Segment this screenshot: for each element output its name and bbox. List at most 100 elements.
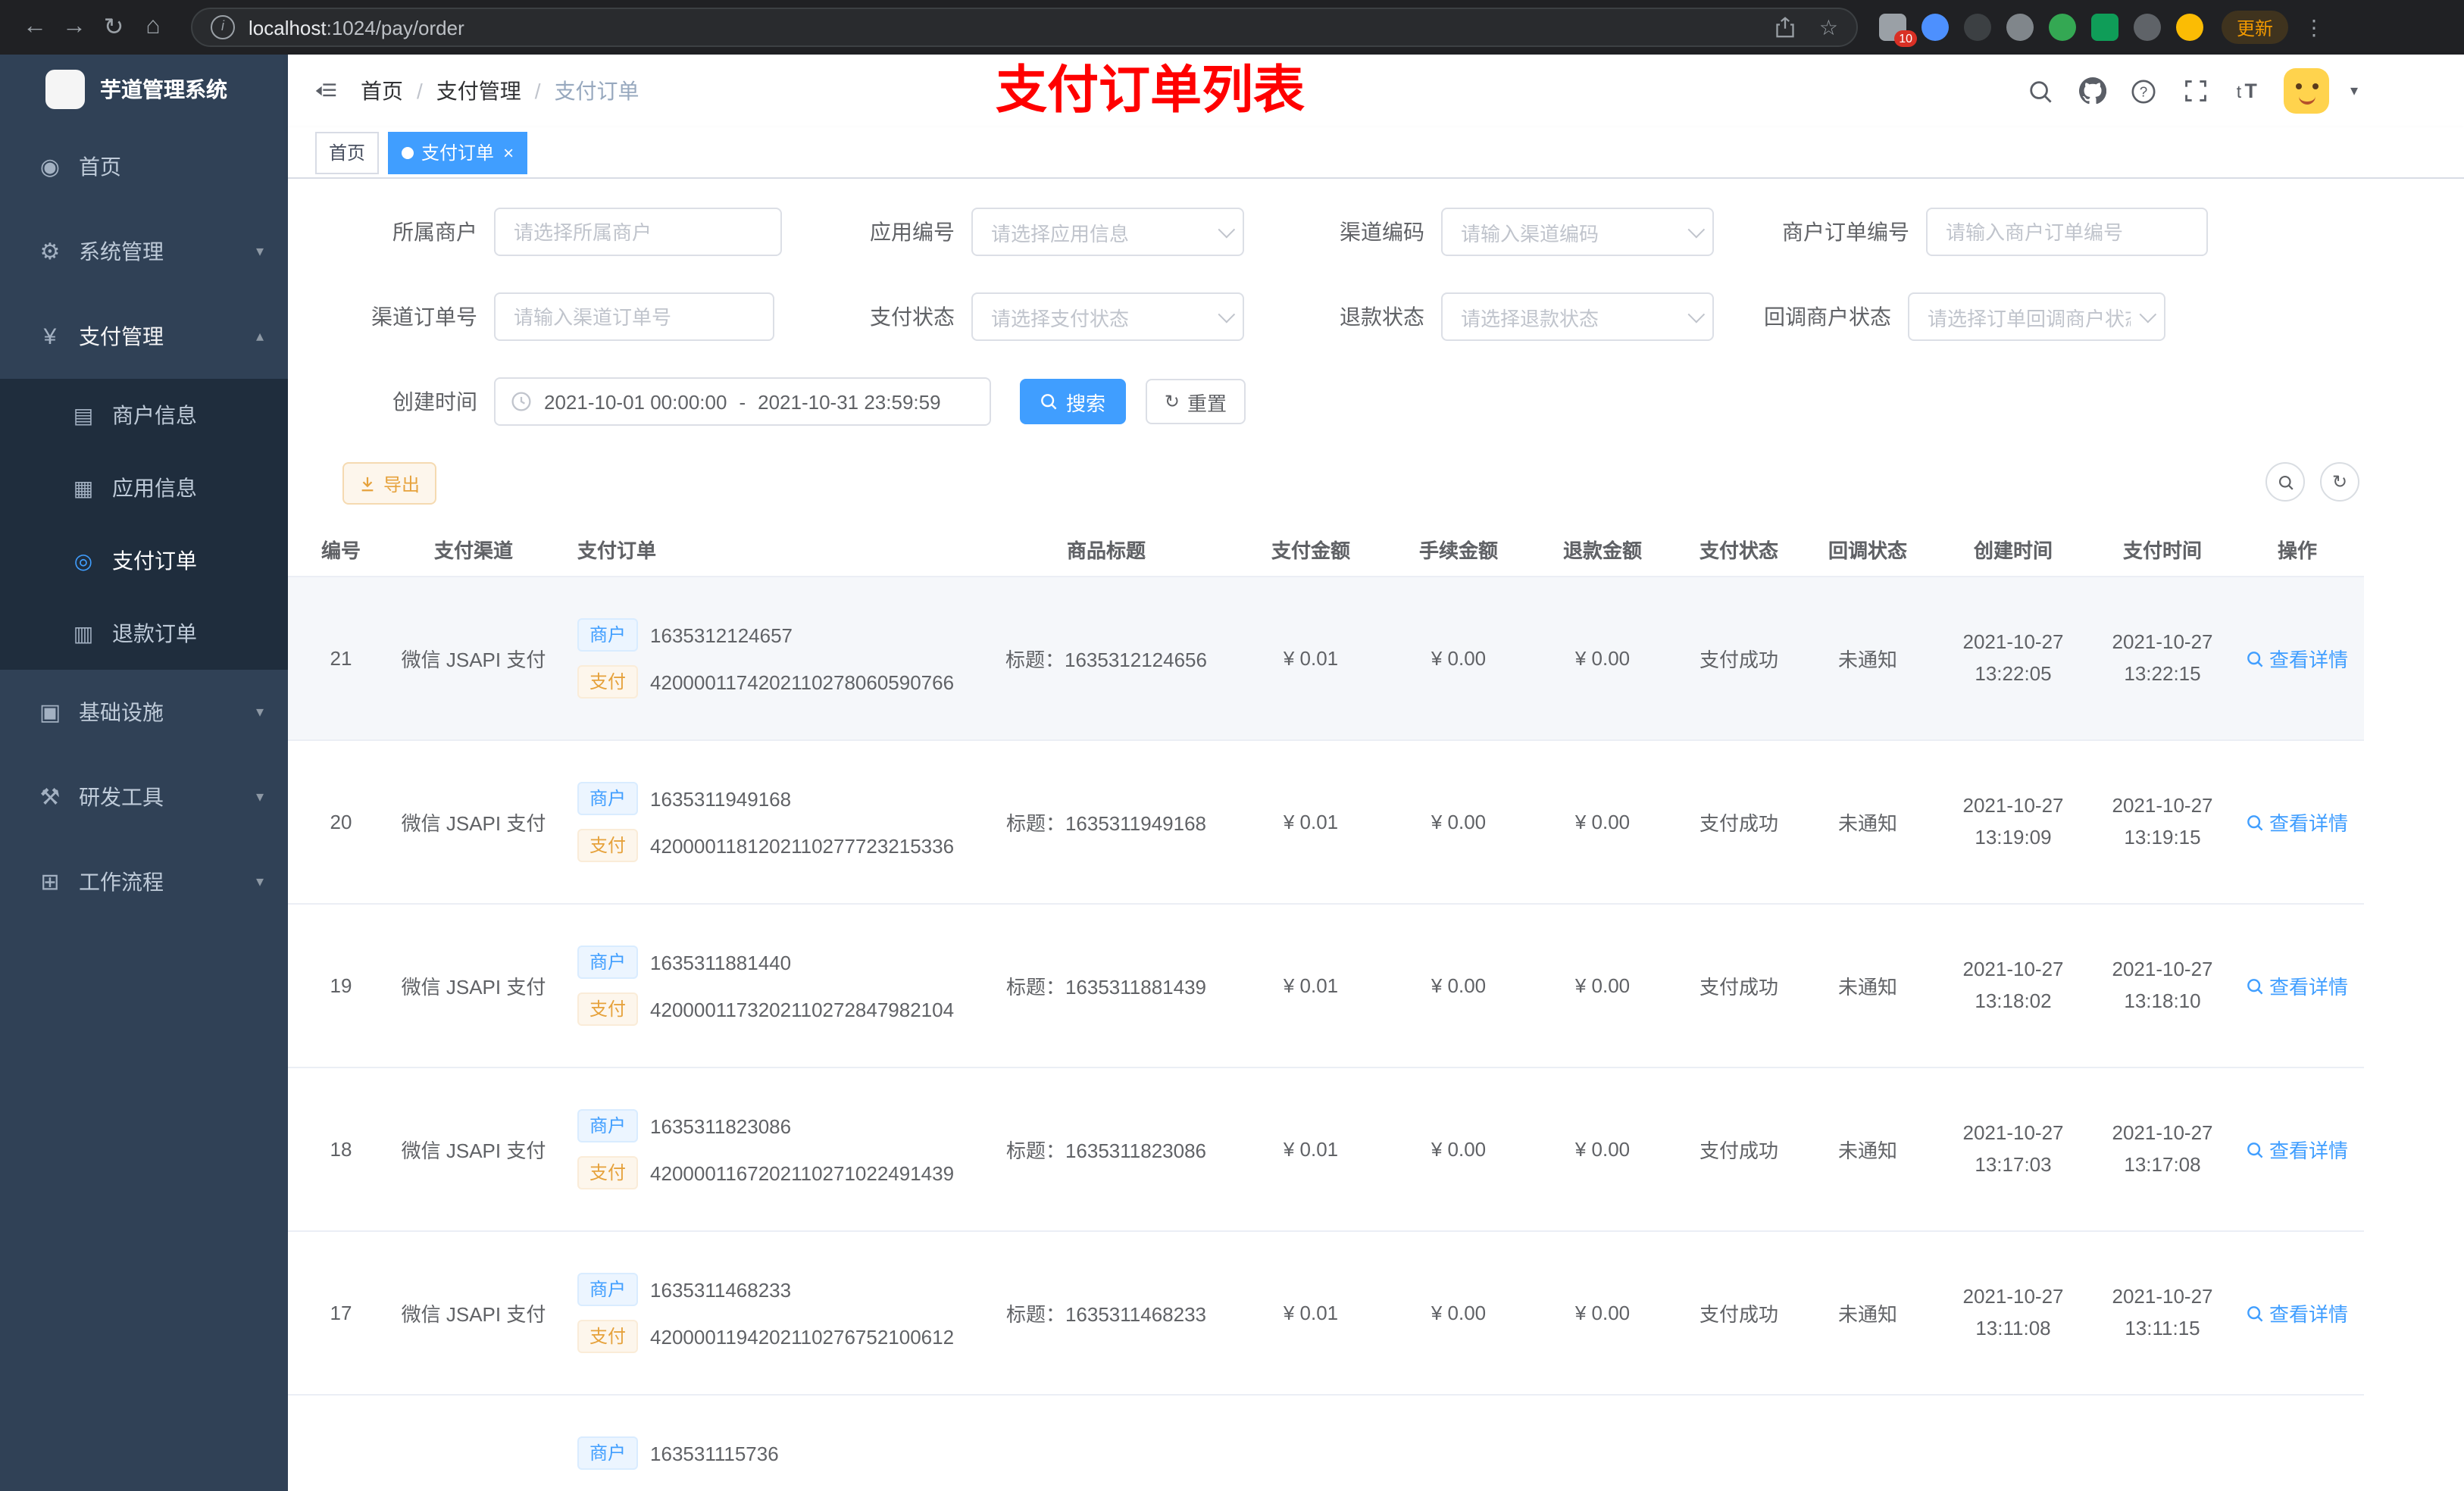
share-icon[interactable] [1771, 12, 1801, 42]
sidebar-item-system[interactable]: ⚙ 系统管理 ▾ [0, 209, 288, 294]
extension-gray-icon[interactable] [2006, 14, 2034, 41]
target-icon: ◎ [73, 548, 93, 572]
view-detail-link[interactable]: 查看详情 [2247, 971, 2348, 1000]
sidebar-item-workflow[interactable]: ⊞ 工作流程 ▾ [0, 839, 288, 924]
refund-status-select[interactable]: 请选择退款状态 [1441, 292, 1714, 341]
view-detail-link[interactable]: 查看详情 [2247, 1135, 2348, 1164]
close-icon[interactable]: × [503, 142, 514, 163]
sidebar-item-pay-order[interactable]: ◎ 支付订单 [0, 524, 288, 597]
font-size-icon[interactable]: tT [2232, 76, 2262, 106]
profile-avatar-icon[interactable] [2176, 14, 2203, 41]
browser-menu-kebab-icon[interactable]: ⋮ [2303, 14, 2325, 40]
help-icon[interactable]: ? [2129, 76, 2159, 106]
yen-icon: ¥ [43, 324, 57, 349]
channel-order-label: 渠道订单号 [371, 305, 477, 329]
extensions-puzzle-icon[interactable] [2134, 14, 2161, 41]
header-pay-status: 支付状态 [1699, 539, 1778, 561]
pay-status-select[interactable]: 请选择支付状态 [971, 292, 1244, 341]
order-id: 18 [330, 1138, 352, 1161]
export-button[interactable]: 导出 [342, 462, 437, 505]
sidebar-item-home[interactable]: ◉ 首页 [0, 124, 288, 209]
goods-title: 标题：1635312124656 [1005, 649, 1207, 671]
pay-time: 2021-10-27 13:19:15 [2112, 793, 2213, 848]
app-logo[interactable]: 芋道管理系统 [0, 55, 288, 124]
user-avatar[interactable] [2283, 68, 2329, 114]
browser-update-button[interactable]: 更新 [2222, 11, 2289, 44]
app-select[interactable]: 请选择应用信息 [971, 208, 1244, 256]
pay-amount: ¥ 0.01 [1283, 1138, 1339, 1161]
chevron-down-icon: ▾ [255, 704, 264, 720]
owner-input[interactable] [494, 208, 782, 256]
channel-order-line: 支付 4200001181202110277723215336 [577, 829, 954, 862]
pay-status: 支付成功 [1699, 1139, 1778, 1162]
tab-pay-order[interactable]: 支付订单 × [388, 131, 528, 173]
refresh-table-button[interactable]: ↻ [2320, 462, 2359, 502]
sidebar-item-dev-tools[interactable]: ⚒ 研发工具 ▾ [0, 755, 288, 839]
browser-home-button[interactable]: ⌂ [133, 8, 173, 47]
site-info-icon[interactable]: i [211, 15, 235, 39]
browser-forward-button[interactable]: → [55, 8, 94, 47]
channel-code-select[interactable]: 请输入渠道编码 [1441, 208, 1714, 256]
table-body: 21 微信 JSAPI 支付 商户 1635312124657 支付 42000… [288, 577, 2364, 1491]
sidebar-item-app-info[interactable]: ▦ 应用信息 [0, 452, 288, 524]
reset-button[interactable]: ↻ 重置 [1146, 379, 1246, 424]
search-button[interactable]: 搜索 [1020, 379, 1126, 424]
table-header: 编号 支付渠道 支付订单 商品标题 支付金额 手续金额 退款金额 支付状态 回调… [288, 521, 2364, 577]
browser-reload-button[interactable]: ↻ [94, 8, 133, 47]
refresh-icon: ↻ [2331, 471, 2348, 492]
github-icon[interactable] [2078, 76, 2108, 106]
header-title: 商品标题 [1066, 539, 1146, 561]
svg-text:t: t [2237, 82, 2242, 102]
notify-status: 未通知 [1837, 1139, 1897, 1162]
sidebar-item-infrastructure[interactable]: ▣ 基础设施 ▾ [0, 670, 288, 755]
merchant-order-input[interactable] [1926, 208, 2208, 256]
sidebar-item-refund-order[interactable]: ▥ 退款订单 [0, 597, 288, 670]
pay-status-label: 支付状态 [870, 305, 955, 329]
main-content: 所属商户 应用编号 请选择应用信息 渠道编码 请输入渠道编码 商户订单编号 渠道… [288, 179, 2464, 1491]
extension-green-icon[interactable] [2091, 14, 2118, 41]
callback-status-select[interactable]: 请选择订单回调商户状态 [1908, 292, 2165, 341]
pay-order-cell: 商户 163531115736 支付 [553, 1436, 977, 1491]
fee-amount: ¥ 0.00 [1431, 974, 1487, 997]
table-row: 21 微信 JSAPI 支付 商户 1635312124657 支付 42000… [288, 577, 2364, 741]
breadcrumb-current: 支付订单 [554, 79, 639, 103]
merchant-order-line: 商户 163531115736 [577, 1436, 779, 1470]
extension-grid-icon[interactable]: 10 [1879, 14, 1917, 47]
extension-check-icon[interactable] [2049, 14, 2076, 41]
bookmark-star-icon[interactable]: ☆ [1819, 14, 1838, 40]
pay-order-cell: 商户 1635312124657 支付 42000011742021102780… [553, 618, 977, 699]
pay-time: 2021-10-27 13:11:15 [2112, 1284, 2213, 1339]
merchant-order-label: 商户订单编号 [1782, 220, 1909, 244]
create-time: 2021-10-27 13:19:09 [1962, 793, 2064, 848]
address-bar[interactable]: i localhost:1024/pay/order ☆ [191, 8, 1858, 47]
view-detail-link[interactable]: 查看详情 [2247, 808, 2348, 836]
extensions-row: 10 [1879, 14, 2203, 47]
menu-fold-icon[interactable] [312, 77, 339, 105]
magnifier-icon [2248, 814, 2264, 830]
caret-down-icon[interactable]: ▾ [2350, 83, 2358, 99]
channel-order-input[interactable] [494, 292, 774, 341]
fullscreen-icon[interactable] [2181, 76, 2211, 106]
gear-icon: ⚙ [39, 239, 61, 265]
search-icon[interactable] [2026, 76, 2056, 106]
toggle-search-button[interactable] [2265, 462, 2305, 502]
grid-icon: ▦ [73, 475, 94, 499]
navbar-actions: ? tT ▾ [2026, 68, 2358, 114]
view-detail-link[interactable]: 查看详情 [2247, 1299, 2348, 1327]
owner-label: 所属商户 [392, 220, 477, 244]
extension-dark-icon[interactable] [1964, 14, 1991, 41]
merchant-order-no: 1635311881440 [650, 951, 792, 974]
create-time: 2021-10-27 13:18:02 [1962, 957, 2064, 1011]
app-label: 应用编号 [870, 220, 955, 244]
breadcrumb-payment[interactable]: 支付管理 [436, 76, 521, 106]
pay-time: 2021-10-27 13:22:15 [2112, 630, 2213, 684]
browser-back-button[interactable]: ← [15, 8, 55, 47]
create-time-range-picker[interactable]: 2021-10-01 00:00:00 - 2021-10-31 23:59:5… [494, 377, 991, 426]
view-detail-link[interactable]: 查看详情 [2247, 644, 2348, 673]
sidebar-item-merchant-info[interactable]: ▤ 商户信息 [0, 379, 288, 452]
sidebar-item-payment[interactable]: ¥ 支付管理 ▴ [0, 294, 288, 379]
order-id: 17 [330, 1302, 352, 1324]
breadcrumb-home[interactable]: 首页 [361, 76, 403, 106]
extension-drop-icon[interactable] [1921, 14, 1949, 41]
tab-home[interactable]: 首页 [315, 131, 380, 173]
